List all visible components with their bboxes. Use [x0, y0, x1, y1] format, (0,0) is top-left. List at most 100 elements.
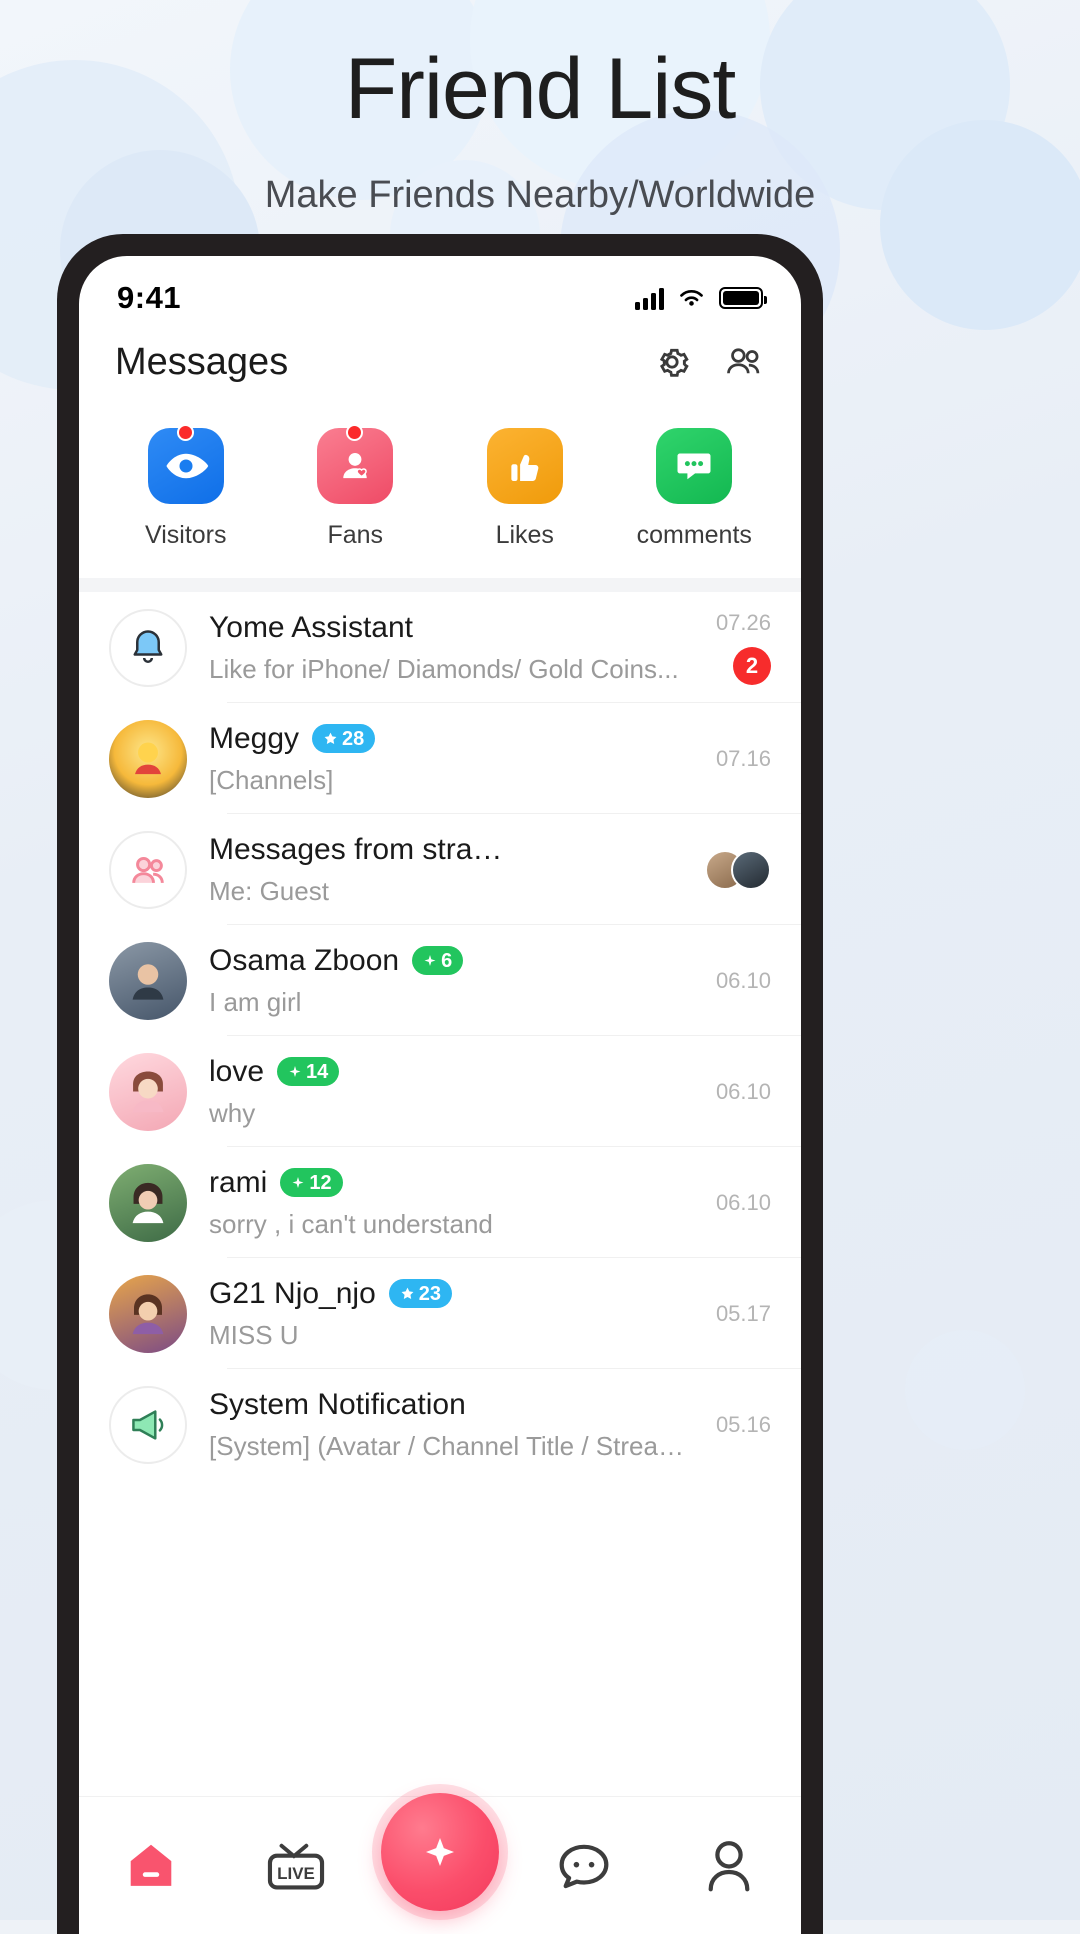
- conversation-name: love: [209, 1054, 265, 1088]
- conversation-preview: I am girl: [209, 986, 302, 1017]
- tab-home[interactable]: [91, 1816, 211, 1916]
- bottom-navigation: LIVE: [79, 1792, 801, 1934]
- conversation-name: Osama Zboon: [209, 943, 400, 977]
- phone-mockup: 9:41 Messages Visitors Fans Likes commen…: [57, 234, 823, 1934]
- table-row[interactable]: Yome Assistant Like for iPhone/ Diamonds…: [79, 592, 801, 703]
- spark-icon: [289, 1065, 301, 1077]
- megaphone-icon: [132, 1409, 164, 1440]
- comment-icon: [677, 453, 711, 480]
- conversation-name: G21 Njo_njo: [209, 1276, 376, 1310]
- conversation-preview: [System] (Avatar / Channel Title / Strea…: [209, 1430, 702, 1461]
- level-badge: 12: [280, 1168, 343, 1197]
- conversation-time: 06.10: [715, 967, 771, 993]
- avatar[interactable]: [109, 1385, 187, 1464]
- create-icon[interactable]: [380, 1792, 499, 1911]
- photo-avatar: [132, 963, 164, 1000]
- conversation-preview: why: [209, 1097, 256, 1128]
- level-badge-value: 12: [309, 1171, 332, 1194]
- page-title: Friend List: [344, 41, 737, 137]
- photo-avatar: [132, 1182, 164, 1223]
- avatar[interactable]: [109, 1163, 187, 1242]
- profile-icon: [708, 1840, 749, 1891]
- tab-profile[interactable]: [669, 1816, 789, 1916]
- table-row[interactable]: Osama Zboon 6 I am girl 06.10: [79, 925, 801, 1036]
- level-badge-value: 28: [342, 727, 365, 750]
- conversation-list: Yome Assistant Like for iPhone/ Diamonds…: [79, 592, 801, 1480]
- bg-bubble: [905, 1330, 1025, 1450]
- battery-full-icon: [719, 287, 767, 309]
- heart-user-icon: [343, 452, 368, 479]
- conversation-time: 06.10: [715, 1189, 771, 1215]
- app-header: Messages: [79, 330, 801, 392]
- unread-badge: 2: [733, 647, 771, 685]
- table-row[interactable]: Messages from stra… Me: Guest: [79, 814, 801, 925]
- star-icon: [401, 1287, 414, 1299]
- live-icon: LIVE: [268, 1843, 325, 1890]
- contacts-icon[interactable]: [723, 341, 765, 383]
- level-badge: 6: [412, 946, 464, 975]
- conversation-preview: MISS U: [209, 1319, 299, 1350]
- conversation-preview: Me: Guest: [209, 875, 329, 906]
- wifi-icon: [680, 290, 703, 306]
- avatar[interactable]: [109, 1274, 187, 1353]
- app-title: Messages: [115, 340, 289, 383]
- home-icon: [131, 1844, 172, 1886]
- photo-avatar: [132, 1293, 164, 1334]
- conversation-name: Meggy: [209, 721, 300, 755]
- conversation-time: 06.10: [715, 1078, 771, 1104]
- avatar[interactable]: [109, 1052, 187, 1131]
- strangers-icon: [132, 856, 164, 883]
- table-row[interactable]: Meggy 28 [Channels] 07.16: [79, 703, 801, 814]
- conversation-preview: [Channels]: [209, 764, 334, 795]
- table-row[interactable]: rami 12 sorry , i can't understand 06.10: [79, 1147, 801, 1258]
- phone-screen: 9:41 Messages Visitors Fans Likes commen…: [79, 256, 801, 1934]
- avatar[interactable]: [109, 608, 187, 687]
- thumbs-up-icon: [511, 454, 539, 482]
- quick-action-comments[interactable]: comments: [619, 428, 769, 550]
- conversation-time: 07.16: [715, 745, 771, 771]
- table-row[interactable]: System Notification [System] (Avatar / C…: [79, 1369, 801, 1480]
- avatar[interactable]: [109, 719, 187, 798]
- conversation-time: 05.16: [715, 1411, 771, 1437]
- spark-icon: [425, 1837, 454, 1866]
- level-badge: 14: [277, 1057, 340, 1086]
- conversation-name: Messages from stra…: [209, 832, 503, 866]
- cellular-signal-icon: [635, 287, 664, 310]
- quick-action-label: Likes: [495, 521, 554, 549]
- level-badge-value: 14: [306, 1060, 329, 1083]
- eye-icon: [166, 453, 208, 479]
- conversation-name: rami: [209, 1165, 268, 1199]
- avatar: [731, 849, 771, 890]
- quick-action-label: Fans: [327, 521, 384, 549]
- conversation-preview: sorry , i can't understand: [209, 1208, 493, 1239]
- notification-dot: [346, 424, 364, 441]
- photo-avatar: [135, 742, 161, 774]
- quick-action-fans[interactable]: Fans: [280, 424, 430, 550]
- messages-icon: [559, 1844, 609, 1888]
- svg-text:LIVE: LIVE: [277, 1864, 315, 1883]
- conversation-time: 07.26: [715, 610, 771, 635]
- tab-live[interactable]: LIVE: [236, 1816, 356, 1916]
- conversation-name: Yome Assistant: [209, 610, 414, 644]
- promo-header: Friend List Make Friends Nearby/Worldwid…: [0, 0, 1080, 217]
- section-divider: [79, 578, 801, 592]
- page-subtitle: Make Friends Nearby/Worldwide: [264, 174, 816, 216]
- status-bar: 9:41: [79, 256, 801, 330]
- participant-avatars: [705, 849, 771, 890]
- table-row[interactable]: G21 Njo_njo 23 MISS U 05.17: [79, 1258, 801, 1369]
- settings-icon[interactable]: [651, 341, 693, 383]
- level-badge-value: 23: [418, 1282, 442, 1305]
- level-badge: 28: [312, 724, 376, 753]
- quick-action-likes[interactable]: Likes: [450, 428, 600, 550]
- conversation-preview: Like for iPhone/ Diamonds/ Gold Coins...: [209, 653, 679, 684]
- table-row[interactable]: love 14 why 06.10: [79, 1036, 801, 1147]
- avatar[interactable]: [109, 941, 187, 1020]
- avatar[interactable]: [109, 830, 187, 909]
- tab-messages[interactable]: [524, 1816, 644, 1916]
- bell-icon: [133, 629, 163, 663]
- quick-actions: Visitors Fans Likes comments: [79, 392, 801, 578]
- status-time: 9:41: [117, 280, 182, 315]
- quick-action-visitors[interactable]: Visitors: [111, 424, 261, 550]
- spark-icon: [292, 1176, 304, 1188]
- spark-icon: [424, 954, 436, 966]
